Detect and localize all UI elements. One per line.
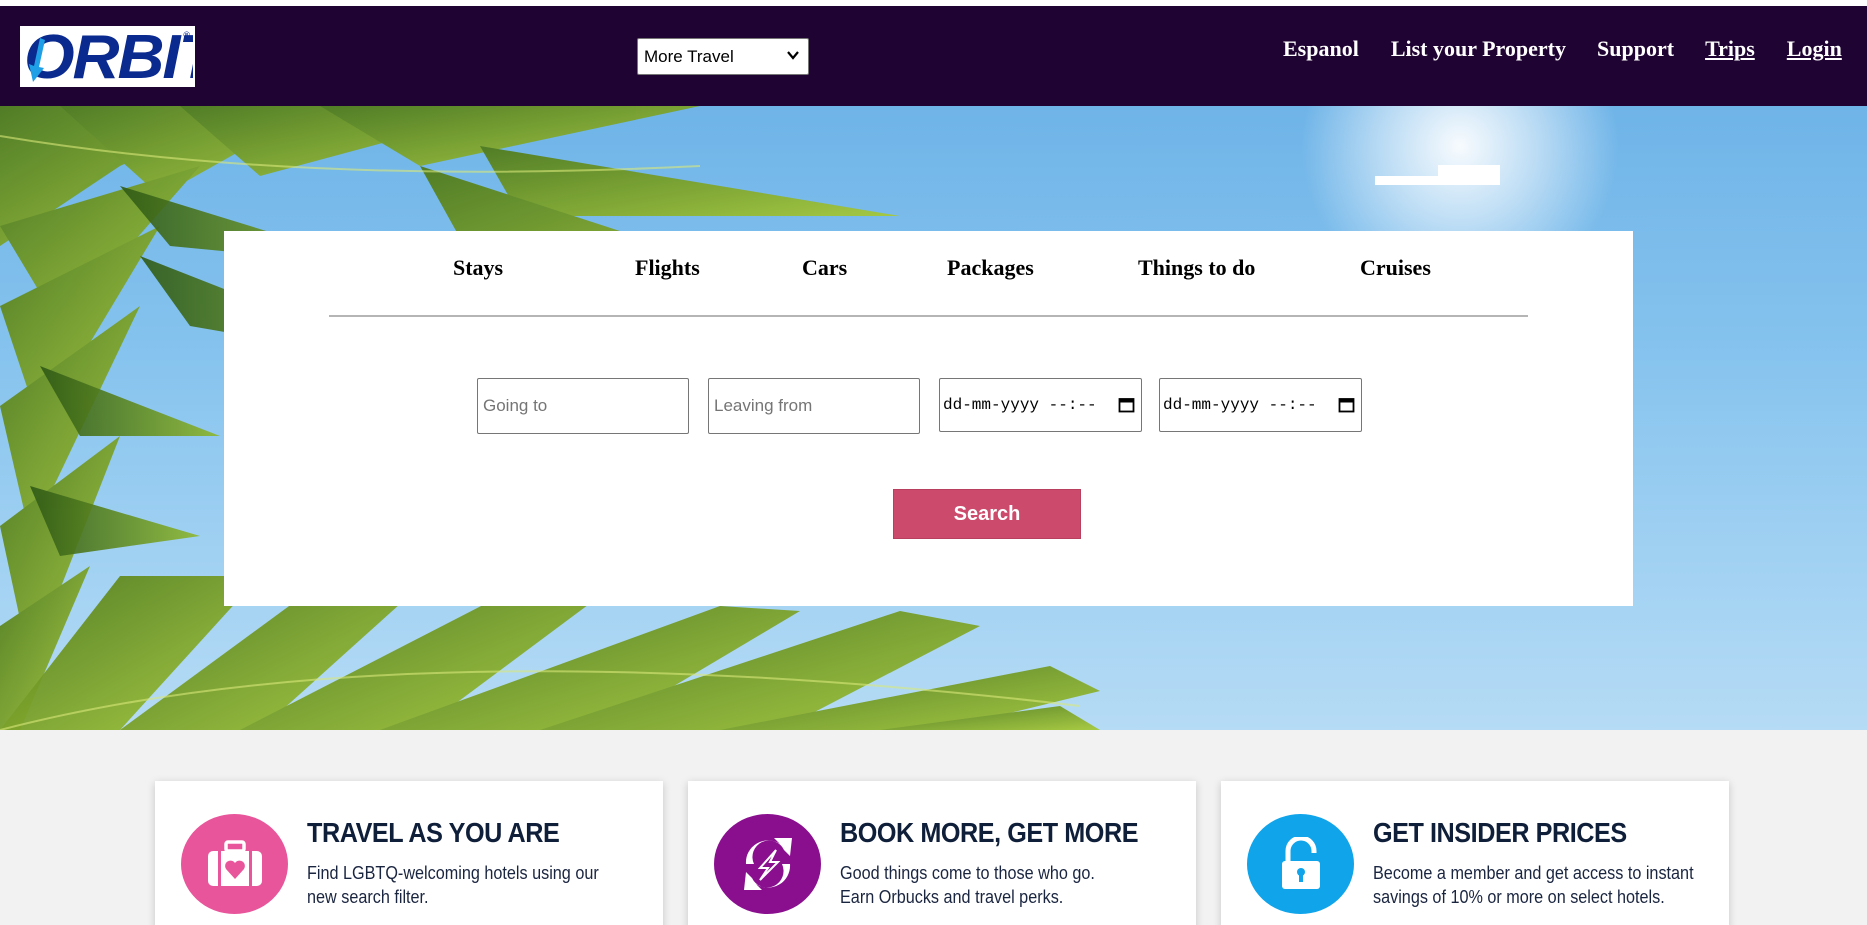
hero-banner: Stays Flights Cars Packages Things to do… (0, 106, 1867, 730)
feature-line: Become a member and get access to instan… (1373, 863, 1694, 883)
start-date-value: dd-mm-yyyy --:-- (943, 396, 1097, 414)
nav-list-property-link[interactable]: List your Property (1391, 36, 1566, 62)
suitcase-heart-icon (181, 814, 288, 914)
tab-things-to-do[interactable]: Things to do (1138, 255, 1255, 281)
going-to-field[interactable] (477, 378, 689, 434)
leaving-from-field[interactable] (708, 378, 920, 434)
feature-description: Good things come to those who go. Earn O… (840, 861, 1164, 909)
search-card: Stays Flights Cars Packages Things to do… (224, 231, 1633, 606)
feature-card-insider[interactable]: GET INSIDER PRICES Become a member and g… (1221, 781, 1729, 925)
tabs-divider (329, 315, 1528, 317)
feature-description: Become a member and get access to instan… (1373, 861, 1697, 909)
feature-line: Find LGBTQ-welcoming hotels using our (307, 863, 599, 883)
end-date-value: dd-mm-yyyy --:-- (1163, 396, 1317, 414)
feature-card-orbucks[interactable]: BOOK MORE, GET MORE Good things come to … (688, 781, 1196, 925)
unlock-icon (1247, 814, 1354, 914)
feature-line: savings of 10% or more on select hotels. (1373, 887, 1665, 907)
tab-flights[interactable]: Flights (635, 255, 700, 281)
feature-title: TRAVEL AS YOU ARE (307, 817, 560, 848)
nav-trips-link[interactable]: Trips (1705, 36, 1755, 62)
feature-description: Find LGBTQ-welcoming hotels using our ne… (307, 861, 631, 909)
tab-stays[interactable]: Stays (453, 255, 503, 281)
logo-arrow-icon (29, 38, 45, 82)
feature-title: GET INSIDER PRICES (1373, 817, 1627, 848)
start-date-input[interactable]: dd-mm-yyyy --:-- (939, 378, 1142, 432)
calendar-icon[interactable] (1118, 396, 1135, 413)
chevron-down-icon (787, 51, 799, 60)
logo-trademark: ® (183, 30, 190, 40)
end-date-input[interactable]: dd-mm-yyyy --:-- (1159, 378, 1362, 432)
search-tabs: Stays Flights Cars Packages Things to do… (224, 255, 1633, 285)
features-section: TRAVEL AS YOU ARE Find LGBTQ-welcoming h… (0, 730, 1867, 925)
search-button[interactable]: Search (893, 489, 1081, 539)
tab-cars[interactable]: Cars (802, 255, 847, 281)
orbitz-logo[interactable]: ORBITZ ® (20, 26, 195, 87)
feature-card-travel[interactable]: TRAVEL AS YOU ARE Find LGBTQ-welcoming h… (155, 781, 663, 925)
feature-line: new search filter. (307, 887, 429, 907)
logo-text: ORBITZ (24, 26, 193, 87)
feature-title: BOOK MORE, GET MORE (840, 817, 1139, 848)
leaving-from-input[interactable] (714, 396, 919, 416)
site-header: ORBITZ ® More Travel Espanol List your P… (0, 6, 1867, 106)
more-travel-value: More Travel (644, 46, 734, 66)
tab-packages[interactable]: Packages (947, 255, 1034, 281)
top-nav: Espanol List your Property Support Trips… (1283, 36, 1842, 62)
calendar-icon[interactable] (1338, 396, 1355, 413)
feature-line: Good things come to those who go. (840, 863, 1095, 883)
orbucks-icon (714, 814, 821, 914)
nav-espanol-link[interactable]: Espanol (1283, 36, 1359, 62)
feature-line: Earn Orbucks and travel perks. (840, 887, 1064, 907)
more-travel-select[interactable]: More Travel (637, 38, 809, 75)
nav-support-link[interactable]: Support (1597, 36, 1674, 62)
tab-cruises[interactable]: Cruises (1360, 255, 1431, 281)
nav-login-link[interactable]: Login (1787, 36, 1842, 62)
going-to-input[interactable] (483, 396, 688, 416)
